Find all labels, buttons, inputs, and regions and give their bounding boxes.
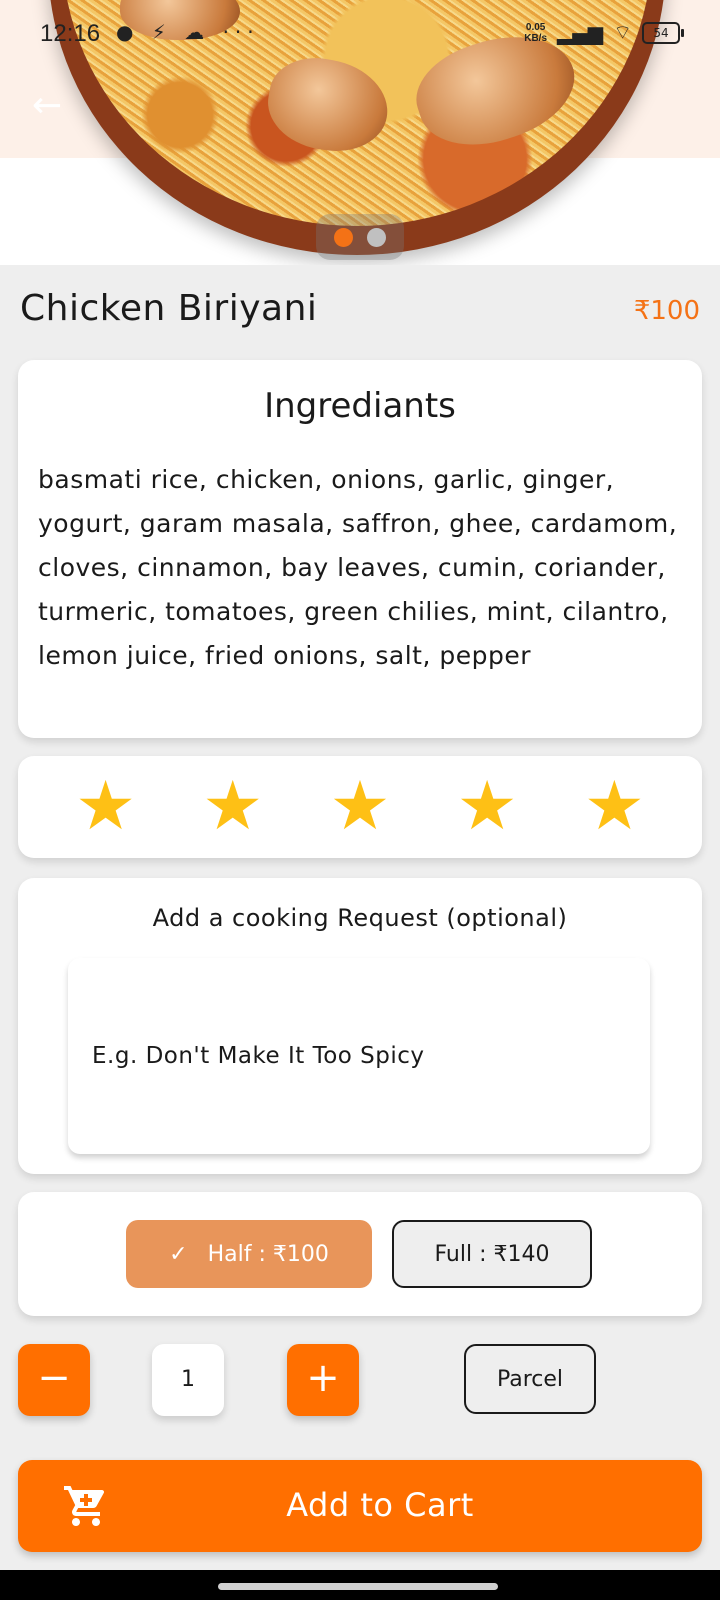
star-icon[interactable]: ★ [329,773,390,841]
item-price: ₹100 [633,296,700,326]
rating-card: ★ ★ ★ ★ ★ [18,756,702,858]
cooking-request-input[interactable] [68,958,650,1154]
back-arrow-icon[interactable]: ← [32,86,72,126]
dish-image: 12:16 ● ⚡ ☁ ··· 0.05 KB/s ▂▄▆ ⌔ 54 ← [0,0,720,265]
ingredients-text: basmati rice, chicken, onions, garlic, g… [38,465,678,670]
system-nav-bar [0,1570,720,1600]
parcel-button[interactable]: Parcel [464,1344,596,1414]
wifi-icon: ⌔ [613,20,632,44]
quantity-value: 1 [152,1344,224,1416]
star-icon[interactable]: ★ [202,773,263,841]
cooking-request-card: Add a cooking Request (optional) [18,878,702,1174]
add-to-cart-button[interactable]: Add to Cart [18,1460,702,1552]
increase-quantity-button[interactable]: + [287,1344,359,1416]
carousel-dot[interactable] [367,227,386,247]
battery-icon: 54 [642,21,684,44]
item-name: Chicken Biriyani [20,288,318,329]
add-to-cart-label: Add to Cart [286,1486,474,1524]
cooking-request-title: Add a cooking Request (optional) [152,904,568,932]
star-icon[interactable]: ★ [75,773,136,841]
check-icon: ✓ [169,1241,188,1267]
star-icon[interactable]: ★ [584,773,645,841]
full-portion-label: Full : ₹140 [434,1241,550,1267]
full-portion-button[interactable]: Full : ₹140 [392,1220,592,1288]
notification-icons: ● ⚡ ☁ ··· [116,20,260,44]
signal-icon: ▂▄▆ [557,20,604,45]
home-handle[interactable] [218,1583,498,1590]
status-right: 0.05 KB/s ▂▄▆ ⌔ 54 [524,20,684,45]
half-portion-label: Half : ₹100 [207,1241,329,1267]
status-time: 12:16 [40,20,101,47]
carousel-dot-active[interactable] [334,227,353,247]
ingredients-card: Ingrediants basmati rice, chicken, onion… [18,360,702,738]
half-portion-button[interactable]: ✓ Half : ₹100 [126,1220,372,1288]
portion-card: ✓ Half : ₹100 Full : ₹140 [18,1192,702,1316]
status-bar: 12:16 ● ⚡ ☁ ··· 0.05 KB/s ▂▄▆ ⌔ 54 [0,0,720,70]
ingredients-title: Ingrediants [264,386,456,426]
carousel-indicator [316,214,404,260]
decrease-quantity-button[interactable]: − [18,1344,90,1416]
star-icon[interactable]: ★ [457,773,518,841]
network-speed: 0.05 KB/s [524,21,548,44]
